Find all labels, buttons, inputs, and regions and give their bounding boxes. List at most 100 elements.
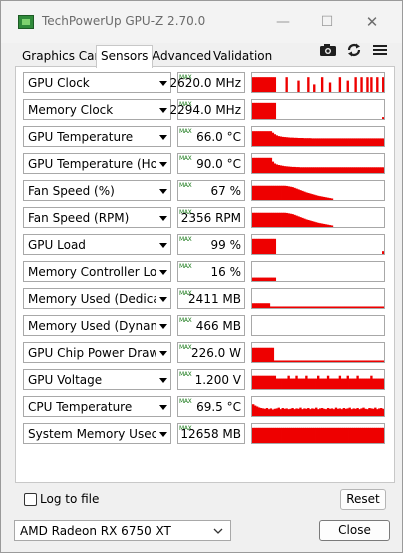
graph-bar bbox=[382, 138, 384, 146]
sensor-select[interactable]: System Memory Used bbox=[23, 423, 171, 444]
sensor-row: GPU Clock MAX 2620.0 MHz bbox=[23, 72, 385, 93]
sensor-value: 2294.0 MHz bbox=[169, 103, 241, 117]
sensor-value: 99 % bbox=[210, 238, 242, 252]
sensor-select[interactable]: CPU Temperature bbox=[23, 396, 171, 417]
sensor-graph-plot bbox=[252, 427, 384, 443]
max-tag: MAX bbox=[179, 344, 192, 351]
sensor-row: System Memory Used MAX 12658 MB bbox=[23, 423, 385, 444]
sensor-row: Memory Clock MAX 2294.0 MHz bbox=[23, 99, 385, 120]
graph-bar bbox=[330, 225, 334, 227]
graph-bar bbox=[382, 378, 384, 389]
sensor-row: Fan Speed (RPM) MAX 2356 RPM bbox=[23, 207, 385, 228]
sensor-row: CPU Temperature MAX 69.5 °C bbox=[23, 396, 385, 417]
sensor-row: GPU Temperature (Hot Spot) MAX 90.0 °C bbox=[23, 153, 385, 174]
sensor-graph bbox=[251, 342, 385, 363]
sensor-graph bbox=[251, 423, 385, 444]
maximize-button[interactable]: ☐ bbox=[313, 11, 341, 33]
sensor-select[interactable]: Memory Used (Dynamic) bbox=[23, 315, 171, 336]
sensor-value-box: MAX 466 MB bbox=[177, 315, 245, 336]
log-to-file-checkbox[interactable] bbox=[24, 493, 37, 506]
sensor-value: 67 % bbox=[210, 184, 242, 198]
sensor-value-box: MAX 67 % bbox=[177, 180, 245, 201]
graph-bar bbox=[382, 117, 384, 119]
sensor-select[interactable]: Fan Speed (%) bbox=[23, 180, 171, 201]
graph-bar bbox=[313, 84, 316, 92]
camera-icon[interactable] bbox=[319, 42, 337, 58]
title-bar: TechPowerUp GPU-Z 2.70.0 — ☐ ✕ bbox=[1, 1, 402, 43]
sensor-value: 1.200 V bbox=[194, 373, 241, 387]
sensor-graph-plot bbox=[252, 77, 384, 92]
sensor-graph bbox=[251, 396, 385, 417]
sensor-label: Memory Clock bbox=[28, 103, 114, 117]
tab-sensors[interactable]: Sensors bbox=[96, 45, 154, 68]
sensor-row: GPU Chip Power Draw MAX 226.0 W bbox=[23, 342, 385, 363]
sensor-graph bbox=[251, 288, 385, 309]
sensor-value: 2620.0 MHz bbox=[169, 76, 241, 90]
tab-advanced[interactable]: Advanced bbox=[148, 47, 215, 66]
sensor-graph-plot bbox=[252, 404, 384, 416]
minimize-button[interactable]: — bbox=[269, 11, 297, 33]
dropdown-arrow-icon bbox=[159, 324, 167, 329]
dropdown-arrow-icon bbox=[159, 162, 167, 167]
sensors-panel: GPU Clock MAX 2620.0 MHz Memory Clock MAX 229… bbox=[15, 66, 395, 483]
dropdown-arrow-icon bbox=[159, 270, 167, 275]
tab-validation[interactable]: Validation bbox=[209, 47, 276, 66]
sensor-select[interactable]: GPU Temperature (Hot Spot) bbox=[23, 153, 171, 174]
close-window-button[interactable]: ✕ bbox=[358, 11, 386, 33]
sensor-select[interactable]: GPU Temperature bbox=[23, 126, 171, 147]
graph-bar bbox=[370, 77, 373, 92]
sensor-label: CPU Temperature bbox=[28, 400, 133, 414]
graph-bar bbox=[271, 347, 275, 362]
sensor-row: GPU Voltage MAX 1.200 V bbox=[23, 369, 385, 390]
max-tag: MAX bbox=[179, 182, 192, 189]
graph-bar bbox=[328, 82, 332, 92]
max-tag: MAX bbox=[179, 317, 192, 324]
sensor-value: 90.0 °C bbox=[196, 157, 241, 171]
sensor-select[interactable]: Fan Speed (RPM) bbox=[23, 207, 171, 228]
gpu-select-value: AMD Radeon RX 6750 XT bbox=[20, 524, 171, 538]
sensor-graph bbox=[251, 153, 385, 174]
sensor-select[interactable]: Memory Used (Dedicated) bbox=[23, 288, 171, 309]
sensor-select[interactable]: Memory Controller Load bbox=[23, 261, 171, 282]
max-tag: MAX bbox=[179, 236, 192, 243]
sensor-select[interactable]: Memory Clock bbox=[23, 99, 171, 120]
sensor-value: 2411 MB bbox=[188, 292, 241, 306]
sensor-value-box: MAX 16 % bbox=[177, 261, 245, 282]
close-button[interactable]: Close bbox=[319, 520, 390, 541]
dropdown-arrow-icon bbox=[159, 243, 167, 248]
sensor-label: GPU Chip Power Draw bbox=[28, 346, 156, 360]
menu-icon[interactable] bbox=[371, 42, 389, 58]
dropdown-arrow-icon bbox=[159, 405, 167, 410]
graph-bar bbox=[273, 77, 277, 92]
sensor-label: GPU Voltage bbox=[28, 373, 103, 387]
sensor-graph-plot bbox=[252, 316, 384, 335]
reset-button[interactable]: Reset bbox=[340, 489, 386, 510]
sensor-value-box: MAX 66.0 °C bbox=[177, 126, 245, 147]
graph-bar bbox=[376, 77, 379, 92]
sensor-select[interactable]: GPU Voltage bbox=[23, 369, 171, 390]
sensor-label: GPU Clock bbox=[28, 76, 90, 90]
dropdown-arrow-icon bbox=[159, 297, 167, 302]
refresh-icon[interactable] bbox=[345, 42, 363, 58]
sensor-value: 69.5 °C bbox=[196, 400, 241, 414]
sensor-graph-plot bbox=[252, 375, 384, 389]
graph-bar bbox=[366, 77, 369, 92]
sensor-value: 226.0 W bbox=[190, 346, 241, 360]
dropdown-arrow-icon bbox=[159, 378, 167, 383]
gpuz-window: TechPowerUp GPU-Z 2.70.0 — ☐ ✕ Graphics … bbox=[0, 0, 403, 553]
dropdown-arrow-icon bbox=[159, 81, 167, 86]
log-to-file-label: Log to file bbox=[40, 492, 100, 506]
sensor-value: 16 % bbox=[210, 265, 242, 279]
sensor-row: Fan Speed (%) MAX 67 % bbox=[23, 180, 385, 201]
sensor-select[interactable]: GPU Load bbox=[23, 234, 171, 255]
graph-bar bbox=[297, 80, 300, 92]
graph-bar bbox=[382, 77, 384, 92]
sensor-graph bbox=[251, 72, 385, 93]
sensor-value-box: MAX 2294.0 MHz bbox=[170, 99, 245, 120]
max-tag: MAX bbox=[179, 371, 192, 378]
sensor-select[interactable]: GPU Clock bbox=[23, 72, 171, 93]
sensor-graph bbox=[251, 234, 385, 255]
sensor-select[interactable]: GPU Chip Power Draw bbox=[23, 342, 171, 363]
gpu-select[interactable]: AMD Radeon RX 6750 XT bbox=[14, 520, 231, 541]
graph-bar bbox=[360, 77, 363, 92]
